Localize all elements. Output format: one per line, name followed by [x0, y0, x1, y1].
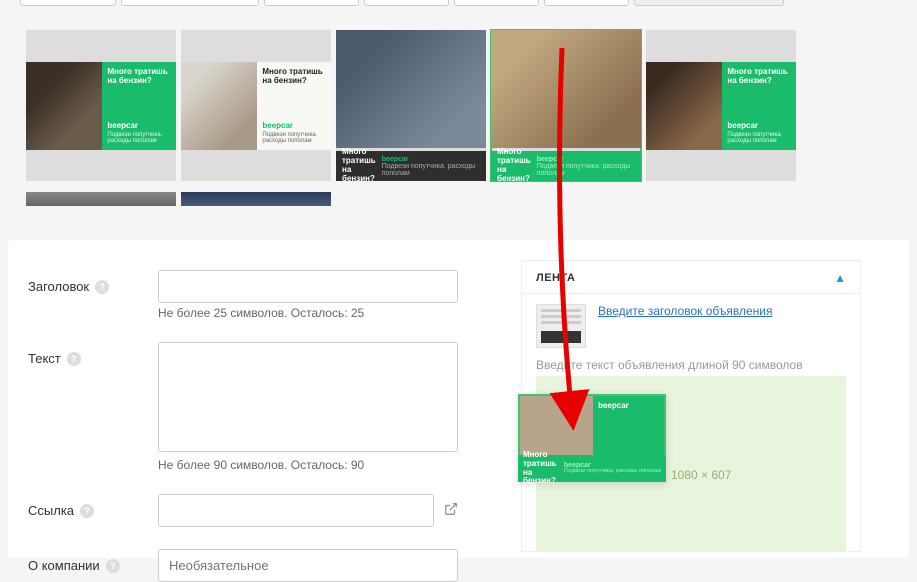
- thumb-brand: beepcar: [727, 121, 791, 130]
- thumb-caption: Много тратишь на бензин? beepcar Подвези…: [491, 151, 641, 181]
- thumb-side: Много тратишь на бензин? beepcar Подвези…: [257, 62, 331, 150]
- thumb-image: [181, 62, 257, 150]
- top-tab[interactable]: [364, 0, 449, 6]
- preview-panel: ЛЕНТА ▲ Введите заголовок объявления Вве…: [521, 260, 861, 552]
- creative-gallery-row2: [26, 192, 331, 206]
- help-icon[interactable]: ?: [67, 352, 81, 366]
- text-hint: Не более 90 символов. Осталось: 90: [158, 458, 458, 472]
- thumb-cap-title: Много тратишь на бензин?: [497, 148, 531, 181]
- preview-drop-zone[interactable]: beepcar Подвези попутчика, расходы попол…: [536, 376, 846, 551]
- collapse-icon[interactable]: ▲: [834, 271, 846, 285]
- thumb-brand: beepcar: [107, 121, 171, 130]
- thumb-6[interactable]: [26, 192, 176, 206]
- thumb-1[interactable]: Много тратишь на бензин? beepcar Подвези…: [26, 30, 176, 181]
- thumb-brand: beepcar: [262, 121, 326, 130]
- company-input[interactable]: [158, 549, 458, 582]
- help-icon[interactable]: ?: [95, 280, 109, 294]
- thumb-side: Много тратишь на бензин? beepcar Подвези…: [722, 62, 796, 150]
- preview-text-hint: Введите текст объявления длиной 90 симво…: [536, 358, 846, 372]
- headline-hint: Не более 25 символов. Осталось: 25: [158, 306, 458, 320]
- top-tab[interactable]: [121, 0, 259, 6]
- thumb-4-selected[interactable]: Много тратишь на бензин? beepcar Подвези…: [491, 30, 641, 181]
- thumb-7[interactable]: [181, 192, 331, 206]
- dragged-brand: beepcar: [598, 401, 659, 410]
- headline-label: Заголовок ?: [28, 270, 158, 294]
- thumb-2[interactable]: Много тратишь на бензин? beepcar Подвези…: [181, 30, 331, 181]
- thumb-caption: Много тратишь на бензин? beepcar Подвези…: [336, 151, 486, 181]
- thumb-3[interactable]: Много тратишь на бензин? beepcar Подвези…: [336, 30, 486, 181]
- thumb-image: [26, 62, 102, 150]
- preview-dimensions: 1080 × 607: [671, 468, 731, 482]
- help-icon[interactable]: ?: [80, 504, 94, 518]
- thumb-sub: Подвези попутчика, расходы пополам: [727, 132, 791, 144]
- top-tab[interactable]: [454, 0, 539, 6]
- link-label-text: Ссылка: [28, 503, 74, 518]
- dragged-caption: Много тратишь на бензин? beepcar Подвези…: [518, 455, 666, 482]
- thumb-image: [646, 62, 722, 150]
- thumb-sub: Подвези попутчика, расходы пополам: [262, 132, 326, 144]
- top-tab[interactable]: [264, 0, 359, 6]
- thumb-cap-brand: beepcar: [537, 156, 635, 163]
- dragged-cap-sub: Подвези попутчика, расходы пополам: [564, 469, 661, 475]
- company-label: О компании ?: [28, 549, 158, 573]
- dragged-cap-title: Много тратишь на бензин?: [523, 451, 559, 486]
- text-label: Текст ?: [28, 342, 158, 366]
- help-icon[interactable]: ?: [106, 559, 120, 573]
- company-label-text: О компании: [28, 558, 100, 573]
- preview-headline-link[interactable]: Введите заголовок объявления: [598, 304, 773, 318]
- preview-tab-title: ЛЕНТА: [536, 272, 575, 284]
- thumb-title: Много тратишь на бензин?: [727, 68, 791, 86]
- external-link-icon[interactable]: [444, 502, 458, 519]
- thumb-title: Много тратишь на бензин?: [262, 68, 326, 86]
- link-label: Ссылка ?: [28, 494, 158, 518]
- thumb-cap-title: Много тратишь на бензин?: [342, 148, 376, 181]
- thumb-title: Много тратишь на бензин?: [107, 68, 171, 86]
- preview-mini-thumb: [536, 304, 586, 348]
- top-tab[interactable]: [634, 0, 784, 6]
- thumb-5[interactable]: Много тратишь на бензин? beepcar Подвези…: [646, 30, 796, 181]
- thumb-cap-sub: Подвези попутчика, расходы пополам: [537, 163, 635, 177]
- creative-gallery: Много тратишь на бензин? beepcar Подвези…: [26, 30, 796, 181]
- link-input[interactable]: [158, 494, 434, 527]
- thumb-image: [336, 30, 486, 148]
- headline-input[interactable]: [158, 270, 458, 303]
- thumb-cap-sub: Подвези попутчика, расходы пополам: [382, 163, 480, 177]
- thumb-cap-brand: beepcar: [382, 156, 480, 163]
- top-tab-bar: [20, 0, 784, 6]
- thumb-side: Много тратишь на бензин? beepcar Подвези…: [102, 62, 176, 150]
- top-tab[interactable]: [544, 0, 629, 6]
- text-label-text: Текст: [28, 351, 61, 366]
- headline-label-text: Заголовок: [28, 279, 89, 294]
- thumb-image: [491, 30, 641, 148]
- top-tab[interactable]: [20, 0, 116, 6]
- thumb-sub: Подвези попутчика, расходы пополам: [107, 132, 171, 144]
- text-input[interactable]: [158, 342, 458, 452]
